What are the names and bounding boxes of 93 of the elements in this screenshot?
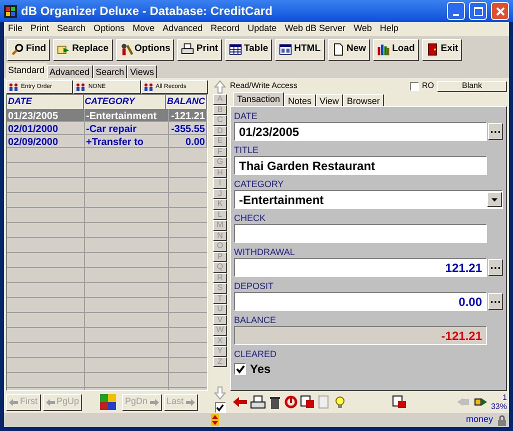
web-page-icon <box>279 43 292 56</box>
door-icon <box>426 43 439 56</box>
access-label: Read/Write Access <box>230 80 298 92</box>
people-icon <box>76 83 86 91</box>
menu-item[interactable]: Web <box>354 22 372 36</box>
category-dropdown[interactable]: -Entertainment <box>234 190 503 209</box>
arrow-left-icon[interactable] <box>232 395 248 409</box>
table-row[interactable]: 02/01/2000 -Car repair -355.55 <box>7 122 207 134</box>
picker-button[interactable] <box>488 259 503 276</box>
people-icon <box>9 83 18 91</box>
text-field[interactable]: Thai Garden Restaurant <box>234 156 487 175</box>
field-label: CLEARED <box>234 348 278 360</box>
toolbar-button[interactable]: Exit <box>422 38 462 60</box>
table-cell: +Transfer to <box>85 134 169 146</box>
record-tab[interactable]: Tansaction <box>233 92 284 106</box>
field-label: CATEGORY <box>234 178 285 190</box>
printer-icon[interactable] <box>250 395 266 409</box>
menu-item[interactable]: Options <box>94 22 125 36</box>
close-button[interactable] <box>491 2 509 20</box>
text-field[interactable] <box>234 224 487 243</box>
table-cell: 01/23/2005 <box>7 108 85 120</box>
grid-icon[interactable] <box>100 394 116 410</box>
toolbar-button[interactable]: Load <box>373 38 419 60</box>
menu-item[interactable]: File <box>8 22 23 36</box>
mode-tab[interactable]: Standard <box>6 63 47 78</box>
toolbar-button[interactable]: New <box>328 38 370 60</box>
picker-button[interactable] <box>488 293 503 310</box>
minimize-button[interactable] <box>447 2 465 20</box>
field-label: CHECK <box>234 212 267 224</box>
toolbar-button[interactable]: HTML <box>275 38 325 60</box>
menu-item[interactable]: Web dB Server <box>284 22 346 36</box>
table-cell: 02/09/2000 <box>7 134 85 146</box>
record-tab[interactable]: View <box>316 94 343 106</box>
table-cell: 02/01/2000 <box>7 122 85 134</box>
people-icon <box>144 83 153 91</box>
toolbar-button[interactable]: Table <box>225 38 272 60</box>
up-arrow-icon[interactable] <box>214 80 226 94</box>
field-label: TITLE <box>234 144 260 156</box>
replace-icon <box>57 43 70 56</box>
cleared-checkbox[interactable]: Yes <box>234 360 271 378</box>
trash-icon[interactable] <box>268 395 282 409</box>
ro-label: RO <box>422 80 434 92</box>
field-label: WITHDRAWAL <box>234 246 296 258</box>
menu-item[interactable]: Update <box>248 22 277 36</box>
menu-item[interactable]: Print <box>30 22 50 36</box>
lightbulb-icon[interactable] <box>333 395 347 409</box>
menu-item[interactable]: Advanced <box>162 22 203 36</box>
books-icon <box>377 43 390 56</box>
date-field[interactable]: 01/23/2005 <box>234 122 487 141</box>
menu-item[interactable]: Move <box>132 22 155 36</box>
table-row[interactable]: 01/23/2005 -Entertainment -121.21 <box>7 108 207 122</box>
table-cell: 0.00 <box>169 134 207 146</box>
toolbar-button[interactable]: Print <box>177 38 222 60</box>
table-cell: -Entertainment <box>85 108 169 120</box>
field-label: DATE <box>234 110 258 122</box>
blank-button[interactable]: Blank <box>437 80 507 92</box>
checkbox-icon[interactable] <box>214 402 226 413</box>
printer-icon <box>181 43 194 56</box>
app-icon <box>4 4 17 18</box>
table-icon <box>229 43 242 56</box>
magnifier-icon <box>11 43 24 56</box>
mode-tab[interactable]: Search <box>92 65 128 78</box>
lock-icon <box>497 414 507 426</box>
toolbar-button[interactable]: Options <box>116 38 174 60</box>
field-label: DEPOSIT <box>234 280 275 292</box>
mode-tab[interactable]: Views <box>127 65 157 78</box>
table-row[interactable]: 02/09/2000 +Transfer to 0.00 <box>7 134 207 148</box>
table-cell: -355.55 <box>169 122 207 134</box>
toolbar-button[interactable]: Replace <box>53 38 112 60</box>
mode-tab[interactable]: Advanced <box>46 65 93 78</box>
splitter-icon[interactable] <box>210 414 220 426</box>
record-tab[interactable]: Notes <box>284 94 316 106</box>
maximize-button[interactable] <box>469 2 487 20</box>
window-title: dB Organizer Deluxe - Database: CreditCard <box>21 3 274 20</box>
close-icon <box>496 6 504 16</box>
record-tab[interactable]: Browser <box>342 94 384 106</box>
field-label: BALANCE <box>234 314 278 326</box>
table-cell: -121.21 <box>169 108 207 120</box>
amount-field[interactable]: 0.00 <box>234 292 487 311</box>
record-number: 1 <box>502 393 507 402</box>
picker-button[interactable] <box>488 123 503 140</box>
record-percent: 33% <box>490 402 507 411</box>
menu-item[interactable]: Search <box>57 22 86 36</box>
document-icon <box>332 43 345 56</box>
balance-field: -121.21 <box>234 326 487 345</box>
menu-item[interactable]: Record <box>210 22 240 36</box>
amount-field[interactable]: 121.21 <box>234 258 487 277</box>
ro-checkbox[interactable] <box>410 82 419 90</box>
table-cell: -Car repair <box>85 122 169 134</box>
toolbar-button[interactable]: Find <box>7 38 50 60</box>
menu-item[interactable]: Help <box>380 22 398 36</box>
database-name: money <box>466 413 493 426</box>
tools-icon <box>120 43 132 56</box>
